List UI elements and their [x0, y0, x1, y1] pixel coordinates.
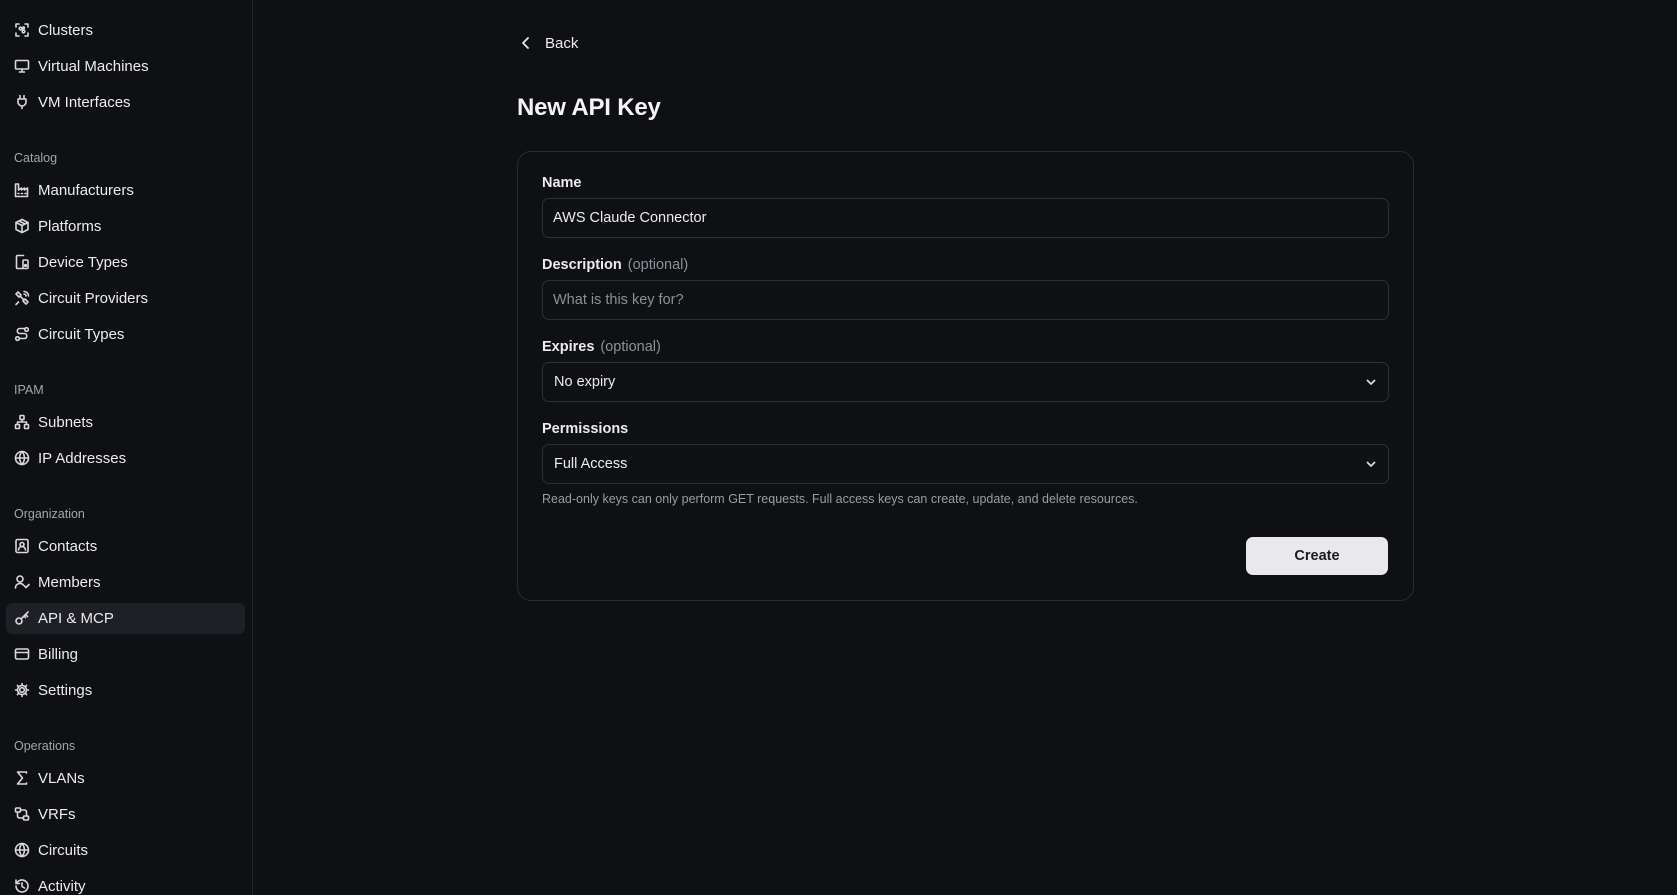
description-input[interactable]: [542, 280, 1389, 320]
section-title-ipam: IPAM: [14, 383, 44, 397]
sidebar-item-vrfs[interactable]: VRFs: [6, 799, 245, 830]
chevron-down-icon: [1364, 375, 1378, 389]
sidebar-item-label: Circuit Types: [38, 326, 125, 343]
credit-card-icon: [14, 646, 30, 662]
permissions-select-value: Full Access: [554, 456, 628, 472]
sidebar-item-label: Billing: [38, 646, 79, 663]
sidebar-item-label: Members: [38, 574, 101, 591]
sidebar-item-label: IP Addresses: [38, 450, 127, 467]
factory-icon: [14, 182, 30, 198]
page-title: New API Key: [517, 94, 661, 121]
app-root: Clusters Virtual Machines VM Interfaces …: [0, 0, 1677, 895]
description-label: Description (optional): [542, 257, 688, 273]
globe-icon: [14, 450, 30, 466]
sidebar-item-device-types[interactable]: Device Types: [6, 247, 245, 278]
user-check-icon: [14, 574, 30, 590]
sidebar-item-activity[interactable]: Activity: [6, 871, 245, 895]
name-input[interactable]: [542, 198, 1389, 238]
sidebar-item-label: Platforms: [38, 218, 102, 235]
chevron-left-icon: [522, 37, 529, 49]
back-button[interactable]: Back: [518, 30, 578, 56]
sidebar-item-circuit-providers[interactable]: Circuit Providers: [6, 283, 245, 314]
sidebar-item-label: API & MCP: [38, 610, 114, 627]
optional-hint: (optional): [600, 339, 661, 355]
sidebar-item-manufacturers[interactable]: Manufacturers: [6, 175, 245, 206]
plug-icon: [14, 94, 30, 110]
sidebar-item-label: VLANs: [38, 770, 85, 787]
sidebar-item-subnets[interactable]: Subnets: [6, 407, 245, 438]
expires-select-value: No expiry: [554, 374, 616, 390]
expires-label: Expires (optional): [542, 339, 661, 355]
section-title-operations: Operations: [14, 739, 76, 753]
monitor-icon: [14, 58, 30, 74]
sidebar-item-circuit-types[interactable]: Circuit Types: [6, 319, 245, 350]
cluster-icon: [14, 22, 30, 38]
back-label: Back: [545, 34, 579, 52]
sidebar-item-clusters[interactable]: Clusters: [6, 15, 245, 46]
split-icon: [14, 806, 30, 822]
gear-icon: [14, 682, 30, 698]
sidebar-item-label: VRFs: [38, 806, 76, 823]
sidebar-item-virtual-machines[interactable]: Virtual Machines: [6, 51, 245, 82]
sidebar-item-vm-interfaces[interactable]: VM Interfaces: [6, 87, 245, 118]
route-icon: [14, 326, 30, 342]
create-button[interactable]: Create: [1246, 537, 1388, 575]
sidebar-item-ip-addresses[interactable]: IP Addresses: [6, 443, 245, 474]
sidebar-item-label: Settings: [38, 682, 93, 699]
sidebar-item-circuits[interactable]: Circuits: [6, 835, 245, 866]
sidebar-item-label: Subnets: [38, 414, 94, 431]
satellite-icon: [14, 290, 30, 306]
sidebar-item-label: Manufacturers: [38, 182, 134, 199]
expires-select[interactable]: No expiry: [542, 362, 1389, 402]
permissions-select[interactable]: Full Access: [542, 444, 1389, 484]
sidebar-item-label: Device Types: [38, 254, 128, 271]
section-title-organization: Organization: [14, 507, 85, 521]
sidebar-item-label: Activity: [38, 878, 86, 895]
package-icon: [14, 218, 30, 234]
optional-hint: (optional): [627, 257, 689, 273]
globe-icon: [14, 842, 30, 858]
sidebar: Clusters Virtual Machines VM Interfaces …: [0, 0, 253, 895]
sidebar-item-vlans[interactable]: VLANs: [6, 763, 245, 794]
sidebar-item-contacts[interactable]: Contacts: [6, 531, 245, 562]
sidebar-item-label: Contacts: [38, 538, 98, 555]
device-icon: [14, 254, 30, 270]
sidebar-item-label: Virtual Machines: [38, 58, 149, 75]
contact-icon: [14, 538, 30, 554]
name-label: Name: [542, 175, 582, 191]
sidebar-item-label: Circuit Providers: [38, 290, 149, 307]
sidebar-item-platforms[interactable]: Platforms: [6, 211, 245, 242]
permissions-help-text: Read-only keys can only perform GET requ…: [542, 492, 1138, 506]
network-icon: [14, 414, 30, 430]
sidebar-item-label: VM Interfaces: [38, 94, 131, 111]
sidebar-item-label: Clusters: [38, 22, 94, 39]
key-icon: [14, 610, 30, 626]
permissions-label-text: Permissions: [542, 421, 629, 437]
history-icon: [14, 878, 30, 894]
sidebar-item-settings[interactable]: Settings: [6, 675, 245, 706]
section-title-catalog: Catalog: [14, 151, 58, 165]
expires-label-text: Expires: [542, 339, 595, 355]
sidebar-item-members[interactable]: Members: [6, 567, 245, 598]
permissions-label: Permissions: [542, 421, 628, 437]
description-label-text: Description: [542, 257, 622, 273]
sidebar-item-api-mcp[interactable]: API & MCP: [6, 603, 245, 634]
sidebar-item-label: Circuits: [38, 842, 89, 859]
name-label-text: Name: [542, 175, 582, 191]
chevron-down-icon: [1364, 457, 1378, 471]
sigma-icon: [14, 770, 30, 786]
sidebar-item-billing[interactable]: Billing: [6, 639, 245, 670]
